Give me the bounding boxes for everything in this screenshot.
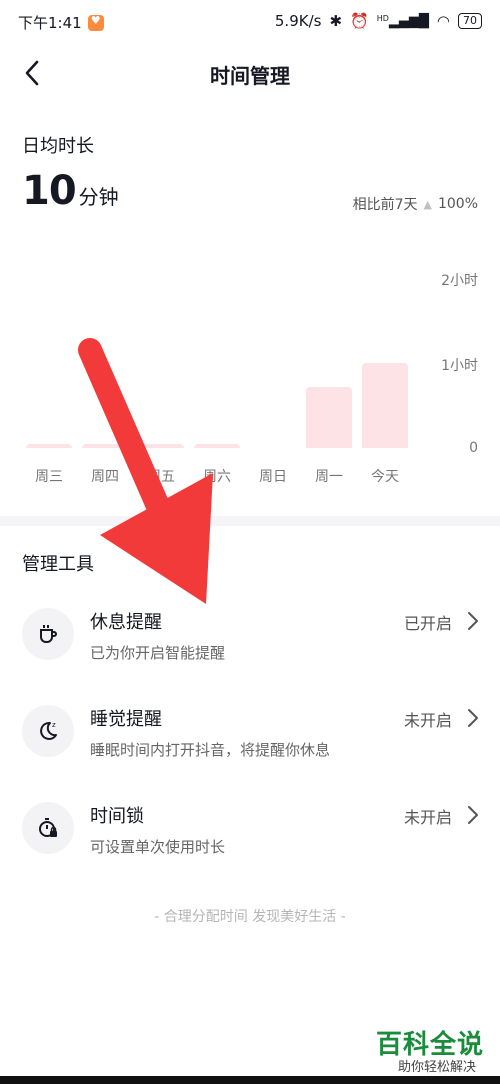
status-right: 5.9K/s ✱ ⏰ HD▂▄▆█ ◠ 70 xyxy=(275,12,482,30)
tool-description: 可设置单次使用时长 xyxy=(90,838,226,856)
page-title: 时间管理 xyxy=(210,64,290,88)
chart-bar xyxy=(306,387,352,448)
daily-average-label: 日均时长 xyxy=(22,136,94,157)
tool-item-rest-reminder[interactable]: 休息提醒 已为你开启智能提醒 已开启 xyxy=(0,604,500,694)
tool-description: 睡眠时间内打开抖音，将提醒你休息 xyxy=(90,741,331,759)
chevron-right-icon xyxy=(468,612,478,630)
chevron-right-icon xyxy=(468,806,478,824)
x-axis-tick-label: 周日 xyxy=(259,469,287,485)
signal-icon: HD▂▄▆█ xyxy=(376,13,429,29)
comparison-label: 相比前7天 xyxy=(352,197,418,213)
usage-bar-chart: 2小时 1小时 0 周三 周四 周五 周六 周日 周一 今天 xyxy=(0,240,500,510)
status-left: 下午1:41 xyxy=(18,12,104,33)
up-arrow-icon: ▲ xyxy=(423,197,432,211)
chart-bar xyxy=(26,443,72,448)
tool-description: 已为你开启智能提醒 xyxy=(90,644,226,662)
cup-icon xyxy=(22,608,74,660)
x-axis-tick-label: 周一 xyxy=(315,469,343,485)
x-axis-tick-label: 今天 xyxy=(371,469,399,485)
tool-item-sleep-reminder[interactable]: z 睡觉提醒 睡眠时间内打开抖音，将提醒你休息 未开启 xyxy=(0,701,500,791)
tool-status: 已开启 xyxy=(403,614,452,633)
comparison: 相比前7天 ▲ 100% xyxy=(353,194,478,214)
footer-slogan: - 合理分配时间 发现美好生活 - xyxy=(154,909,346,925)
x-axis-tick-label: 周四 xyxy=(91,469,119,485)
signal-hd-tag: HD xyxy=(376,13,389,23)
x-axis-tick-label: 周三 xyxy=(35,469,63,485)
network-speed: 5.9K/s xyxy=(274,12,322,30)
tool-title: 睡觉提醒 xyxy=(90,709,162,730)
alarm-icon: ⏰ xyxy=(350,12,369,30)
daily-average-number: 10 xyxy=(22,168,77,214)
chevron-right-icon xyxy=(468,709,478,727)
moon-icon: z xyxy=(22,705,74,757)
timer-lock-icon xyxy=(22,802,74,854)
status-bar: 下午1:41 5.9K/s ✱ ⏰ HD▂▄▆█ ◠ 70 xyxy=(0,0,500,44)
daily-average-value: 10 分钟 xyxy=(22,168,119,214)
comparison-value: 100% xyxy=(437,196,478,212)
y-axis-tick-label: 2小时 xyxy=(441,273,478,289)
x-axis-tick-label: 周六 xyxy=(203,469,231,485)
y-axis-tick-label: 1小时 xyxy=(441,358,478,374)
chart-bar xyxy=(362,363,408,448)
tool-title: 时间锁 xyxy=(90,806,144,827)
tool-title: 休息提醒 xyxy=(90,612,162,633)
x-axis-tick-label: 周五 xyxy=(147,469,175,485)
watermark-subtitle: 助你轻松解决 xyxy=(397,1060,476,1075)
nav-bar: 时间管理 xyxy=(0,48,500,100)
wifi-icon: ◠ xyxy=(436,12,450,30)
battery-icon: 70 xyxy=(458,13,482,29)
y-axis-tick-label: 0 xyxy=(469,440,478,456)
app-notification-icon xyxy=(87,14,104,31)
tool-status: 未开启 xyxy=(403,711,452,730)
chart-bar xyxy=(82,443,128,448)
daily-average-unit: 分钟 xyxy=(78,185,119,209)
tool-status: 未开启 xyxy=(403,808,452,827)
svg-text:z: z xyxy=(52,721,56,729)
status-time: 下午1:41 xyxy=(18,14,82,32)
section-divider xyxy=(0,516,500,526)
chart-bar xyxy=(194,443,240,448)
tools-section-title: 管理工具 xyxy=(22,554,94,575)
bluetooth-icon: ✱ xyxy=(329,12,343,30)
home-indicator-bar xyxy=(0,1076,500,1084)
chart-bar xyxy=(138,443,184,448)
tool-item-time-lock[interactable]: 时间锁 可设置单次使用时长 未开启 xyxy=(0,798,500,888)
watermark: 百科全说 助你轻松解决 xyxy=(370,1024,500,1080)
